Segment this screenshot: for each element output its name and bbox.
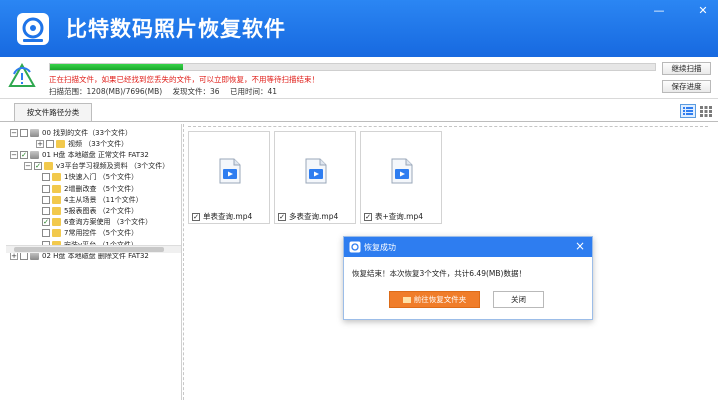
tree-item[interactable]: − ✓ 01 H盘 本地磁盘 正常文件 FAT32 (10, 149, 149, 160)
scrollbar-thumb[interactable] (14, 247, 164, 252)
scan-progress-bar (49, 63, 656, 71)
file-tile[interactable]: ✓ 多表查询.mp4 (274, 131, 356, 224)
dialog-app-icon (349, 241, 361, 253)
collapse-icon[interactable]: − (10, 128, 18, 137)
folder-icon (52, 173, 61, 182)
folder-tree: −00 找到的文件（33个文件） + 视频 （33个文件） − ✓ 01 H盘 本地磁盘 … (6, 124, 182, 400)
minimize-button[interactable]: — (650, 4, 668, 18)
file-name: 多表查询.mp4 (289, 212, 339, 221)
tree-item-checkbox[interactable] (42, 195, 50, 204)
dialog-close-icon[interactable]: × (575, 239, 585, 253)
app-logo-icon (17, 13, 49, 45)
tree-item[interactable]: + 视频 （33个文件） (36, 138, 128, 149)
tree-item-label: 5报表图表 （2个文件） (64, 206, 139, 215)
file-tile[interactable]: ✓ 单表查询.mp4 (188, 131, 270, 224)
tree-item-label: 6查询方案使用 （3个文件） (64, 218, 153, 227)
tree-item[interactable]: 1快速入门 （5个文件） (42, 172, 138, 183)
tree-item-checkbox[interactable] (46, 139, 54, 148)
tree-item-label: v3平台学习视频及资料 （3个文件） (56, 162, 170, 171)
tab-divider (0, 121, 718, 122)
tree-item[interactable]: ✓ 6查询方案使用 （3个文件） (42, 217, 152, 228)
tree-item-checkbox[interactable] (42, 229, 50, 238)
tree-item-label: 视频 （33个文件） (68, 139, 129, 148)
folder-icon (52, 195, 61, 204)
elapsed-time: 已用时间：41 (229, 87, 278, 96)
tree-item[interactable]: 7常用控件 （5个文件） (42, 228, 138, 239)
folder-icon (402, 297, 411, 303)
continue-scan-button[interactable]: 继续扫描 (662, 62, 711, 75)
tree-item[interactable]: 5报表图表 （2个文件） (42, 205, 138, 216)
tree-item[interactable]: − 00 找到的文件（33个文件） (10, 127, 132, 138)
scan-warning-text: 正在扫描文件，如果已经找到您丢失的文件，可以立即恢复，不用等待扫描结束！ (49, 75, 319, 84)
tree-item-checkbox[interactable] (42, 206, 50, 215)
pane-splitter[interactable] (183, 124, 185, 400)
folder-icon (52, 218, 61, 227)
tree-item-label: 00 找到的文件（33个文件） (42, 128, 133, 137)
divider (0, 98, 718, 99)
file-label: ✓ 表+查询.mp4 (364, 211, 423, 222)
found-count: 发现文件：36 (172, 87, 220, 96)
tree-horizontal-scrollbar[interactable] (6, 245, 181, 253)
tree-item[interactable]: − ✓ v3平台学习视频及资料 （3个文件） (24, 161, 169, 172)
save-progress-button[interactable]: 保存进度 (662, 80, 711, 93)
tree-item-label: 4主从场景 （11个文件） (64, 195, 143, 204)
dialog-title: 恢复成功 (364, 243, 396, 252)
video-file-icon (391, 158, 413, 184)
tree-item-checkbox[interactable] (42, 184, 50, 193)
tree-item-checkbox[interactable]: ✓ (20, 150, 28, 159)
folder-icon (52, 229, 61, 238)
folder-icon (52, 206, 61, 215)
file-checkbox[interactable]: ✓ (364, 212, 372, 221)
folder-icon (44, 162, 53, 171)
title-bar: 比特数码照片恢复软件 — ✕ (0, 0, 718, 57)
file-grid-border (188, 126, 708, 128)
drive-icon (30, 128, 39, 137)
file-checkbox[interactable]: ✓ (278, 212, 286, 221)
tree-item-checkbox[interactable]: ✓ (42, 218, 50, 227)
scan-warning-icon (8, 62, 36, 87)
tree-item[interactable]: 4主从场景 （11个文件） (42, 194, 143, 205)
tree-item-label: 1快速入门 （5个文件） (64, 173, 139, 182)
tree-item-checkbox[interactable]: ✓ (34, 162, 42, 171)
scan-stats: 扫描范围：1208(MB)/7696(MB) 发现文件：36 已用时间：41 (49, 86, 285, 97)
scan-range: 扫描范围：1208(MB)/7696(MB) (49, 87, 163, 96)
tree-item-checkbox[interactable] (42, 173, 50, 182)
folder-icon (52, 184, 61, 193)
grid-view-icon[interactable] (698, 104, 714, 118)
collapse-icon[interactable]: − (24, 162, 32, 171)
tree-item[interactable]: 2增删改查 （5个文件） (42, 183, 138, 194)
close-window-button[interactable]: ✕ (694, 4, 712, 18)
scan-progress-fill (50, 64, 184, 70)
file-name: 单表查询.mp4 (203, 212, 253, 221)
dialog-header: 恢复成功 × (344, 237, 592, 257)
tree-item-label: 7常用控件 （5个文件） (64, 229, 139, 238)
file-checkbox[interactable]: ✓ (192, 212, 200, 221)
tab-by-path[interactable]: 按文件路径分类 (14, 103, 92, 121)
tree-item-checkbox[interactable] (20, 128, 28, 137)
video-file-icon (305, 158, 327, 184)
open-folder-label: 前往恢复文件夹 (413, 295, 467, 304)
file-label: ✓ 多表查询.mp4 (278, 211, 338, 222)
drive-icon (30, 150, 39, 159)
video-file-icon (219, 158, 241, 184)
recovery-success-dialog: 恢复成功 × 恢复结束！本次恢复3个文件，共计6.49(MB)数据！ 前往恢复文… (343, 236, 593, 320)
folder-icon (56, 139, 65, 148)
file-label: ✓ 单表查询.mp4 (192, 211, 252, 222)
tree-item-label: 2增删改查 （5个文件） (64, 184, 139, 193)
tree-item-label: 01 H盘 本地磁盘 正常文件 FAT32 (42, 150, 149, 159)
app-title: 比特数码照片恢复软件 (66, 17, 286, 41)
open-recovery-folder-button[interactable]: 前往恢复文件夹 (389, 291, 480, 308)
file-name: 表+查询.mp4 (375, 212, 424, 221)
dialog-message: 恢复结束！本次恢复3个文件，共计6.49(MB)数据！ (352, 269, 526, 278)
list-view-icon[interactable] (680, 104, 696, 118)
collapse-icon[interactable]: − (10, 150, 18, 159)
expand-icon[interactable]: + (36, 139, 44, 148)
close-dialog-button[interactable]: 关闭 (493, 291, 544, 308)
file-tile[interactable]: ✓ 表+查询.mp4 (360, 131, 442, 224)
